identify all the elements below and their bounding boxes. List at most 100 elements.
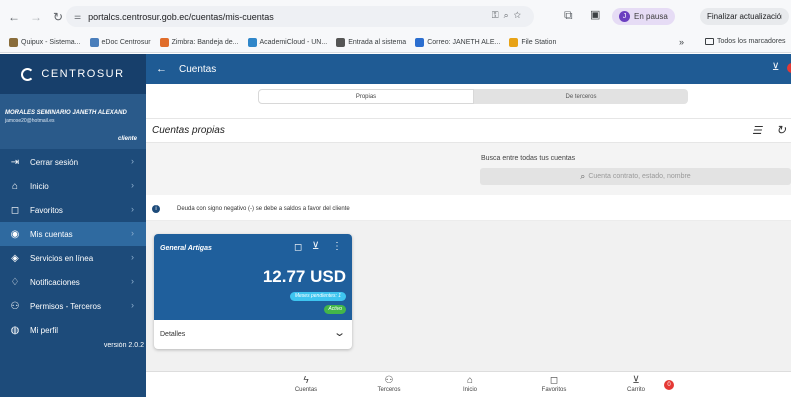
forward-icon[interactable]: → [28,10,44,24]
back-icon[interactable]: ← [6,10,22,24]
home-icon: ⌂ [466,375,474,386]
bell-icon: ♢ [10,276,20,288]
brand-name: CENTROSUR [41,68,125,80]
cart-icon: ⊻ [632,375,640,386]
bottom-nav: 0 ϟ Cuentas ⚇ Terceros ⌂ Inicio ◻ Favoritos ⊻ Car… [146,371,791,397]
sidebar-item[interactable]: ⚇ Permisos - Terceros › [0,294,146,318]
sidebar-item-label: Cerrar sesión [30,157,79,167]
bottom-nav-item[interactable]: ϟ Cuentas [276,375,336,393]
sidebar-item[interactable]: ♢ Notificaciones › [0,270,146,294]
search-input[interactable]: ⌕ Cuenta contrato, estado, nombre [480,168,791,185]
bookmarks-more[interactable]: » [679,37,684,47]
logout-icon: ⇥ [10,156,20,168]
details-label: Detalles [160,331,186,338]
bookmark-label: Entrada al sistema [348,39,407,46]
bottom-nav-label: Favoritos [541,387,567,393]
update-button[interactable]: Finalizar actualización [700,8,789,25]
favorite-icon[interactable]: ◻ [294,242,302,253]
browser-toolbar: ← → ↻ ⚌ portalcs.centrosur.gob.ec/cuenta… [0,0,791,33]
site-settings-icon[interactable]: ⚌ [74,12,81,21]
star-icon[interactable]: ☆ [514,10,526,20]
brand-logo[interactable]: CENTROSUR [0,54,146,94]
address-bar[interactable]: ⚌ portalcs.centrosur.gob.ec/cuentas/mis-… [66,6,534,27]
sidebar-item-label: Mi perfil [30,325,59,335]
bookmark-item[interactable]: Zimbra: Bandeja de... [159,38,239,47]
search-label: Busca entre todas tus cuentas [481,155,576,162]
card-cart-icon[interactable]: ⊻ [312,241,319,252]
sidebar-item[interactable]: ◉ Mis cuentas › [0,222,146,246]
bookmark-item[interactable]: Correo: JANETH ALE... [415,38,500,47]
tab-third-party[interactable]: De terceros [474,89,688,104]
bookmark-item[interactable]: eDoc Centrosur [89,38,151,47]
bottom-nav-label: Carrito [626,387,645,393]
bookmark-label: Zimbra: Bandeja de... [171,39,239,46]
accounts-tabs: Propias De terceros [258,89,688,104]
chevron-right-icon: › [131,180,134,190]
bookmark-label: Correo: JANETH ALE... [427,39,501,46]
bookmark-item[interactable]: Entrada al sistema [336,38,406,47]
bookmark-label: AcademiCloud - UN... [259,39,328,46]
cart-icon[interactable]: ⊻ [772,62,779,73]
all-bookmarks[interactable]: Todos los marcadores [705,38,785,45]
all-bookmarks-label: Todos los marcadores [717,38,786,45]
sidepanel-icon[interactable]: ▣ [590,8,600,21]
profile-chip[interactable]: J En pausa [612,8,675,25]
reload-icon[interactable]: ↻ [50,10,66,24]
notice-text: Deuda con signo negativo (-) se debe a s… [177,206,350,212]
bookmark-item[interactable]: File Station [509,38,556,47]
chevron-right-icon: › [131,276,134,286]
info-icon: i [152,205,160,213]
list-view-icon[interactable]: ☰ [752,124,762,137]
bookmark-label: File Station [521,39,557,46]
account-card[interactable]: General Artigas ◻ ⊻ ⋮ 12.77 USD Meses pe… [154,234,352,349]
pending-badge: Meses pendientes: 1 [289,292,346,301]
zoom-icon[interactable]: ⌕ [504,10,514,20]
sidebar-item[interactable]: ◻ Favoritos › [0,198,146,222]
bottom-nav-item[interactable]: ⚇ Terceros [359,375,419,393]
sidebar-item[interactable]: ◈ Servicios en línea › [0,246,146,270]
bottom-nav-label: Terceros [377,387,401,393]
database-icon: ◉ [10,228,20,240]
sidebar-item-label: Inicio [30,181,49,191]
centrosur-logo-icon [21,67,35,81]
bookmark-item[interactable]: Quipux - Sistema... [9,38,81,47]
cart-dot [787,63,791,73]
services-icon: ◈ [11,252,19,264]
sidebar-item-label: Mis cuentas [30,229,73,239]
bottom-nav-item[interactable]: ◻ Favoritos [524,375,584,393]
update-label: Finalizar actualización [707,12,782,21]
bookmark-favicon-icon [159,38,169,47]
sidebar-item[interactable]: ⇥ Cerrar sesión › [0,150,146,174]
app-version: versión 2.0.2 [103,342,144,349]
bookmark-favicon-icon [89,38,99,47]
bottom-nav-item[interactable]: ⊻ Carrito [606,375,666,393]
bookmarks-bar: Quipux - Sistema... eDoc Centrosur Zimbra:… [0,33,791,53]
extensions-icon[interactable]: ⧉ [564,8,573,23]
user-name: MORALES SEMINARIO JANETH ALEXAND [5,110,127,116]
user-panel: MORALES SEMINARIO JANETH ALEXAND jamose2… [0,94,146,149]
status-badge: Activo [324,305,346,314]
sidebar-item[interactable]: ⌂ Inicio › [0,174,146,198]
bookmark-label: Quipux - Sistema... [21,39,81,46]
bookmark-favicon-icon [336,38,346,47]
sidebar-menu: ⇥ Cerrar sesión › ⌂ Inicio › ◻ Favoritos › ◉ Mis c… [0,150,146,342]
refresh-icon[interactable]: ↻ [776,123,786,137]
address-url: portalcs.centrosur.gob.ec/cuentas/mis-cu… [88,11,274,22]
users-icon: ⚇ [384,375,394,386]
search-placeholder: Cuenta contrato, estado, nombre [588,173,691,180]
bookmark-item[interactable]: AcademiCloud - UN... [247,38,328,47]
screen: ← → ↻ ⚌ portalcs.centrosur.gob.ec/cuenta… [0,0,791,397]
sidebar-item[interactable]: ◍ Mi perfil [0,318,146,342]
more-options-icon[interactable]: ⋮ [332,241,342,252]
chevron-right-icon: › [131,252,134,262]
tab-own[interactable]: Propias [258,89,474,104]
sidebar-item-label: Servicios en línea [30,253,94,263]
bookmark-icon: ◻ [549,375,559,386]
key-icon[interactable]: ⚿ [492,10,504,20]
account-details-toggle[interactable]: Detalles ⌄ [154,320,352,349]
bottom-nav-item[interactable]: ⌂ Inicio [440,375,500,393]
arrow-left-icon[interactable]: ← [156,63,167,75]
bookmark-favicon-icon [9,38,18,47]
sidebar-item-label: Notificaciones [30,277,80,287]
bottom-nav-label: Cuentas [294,387,318,393]
